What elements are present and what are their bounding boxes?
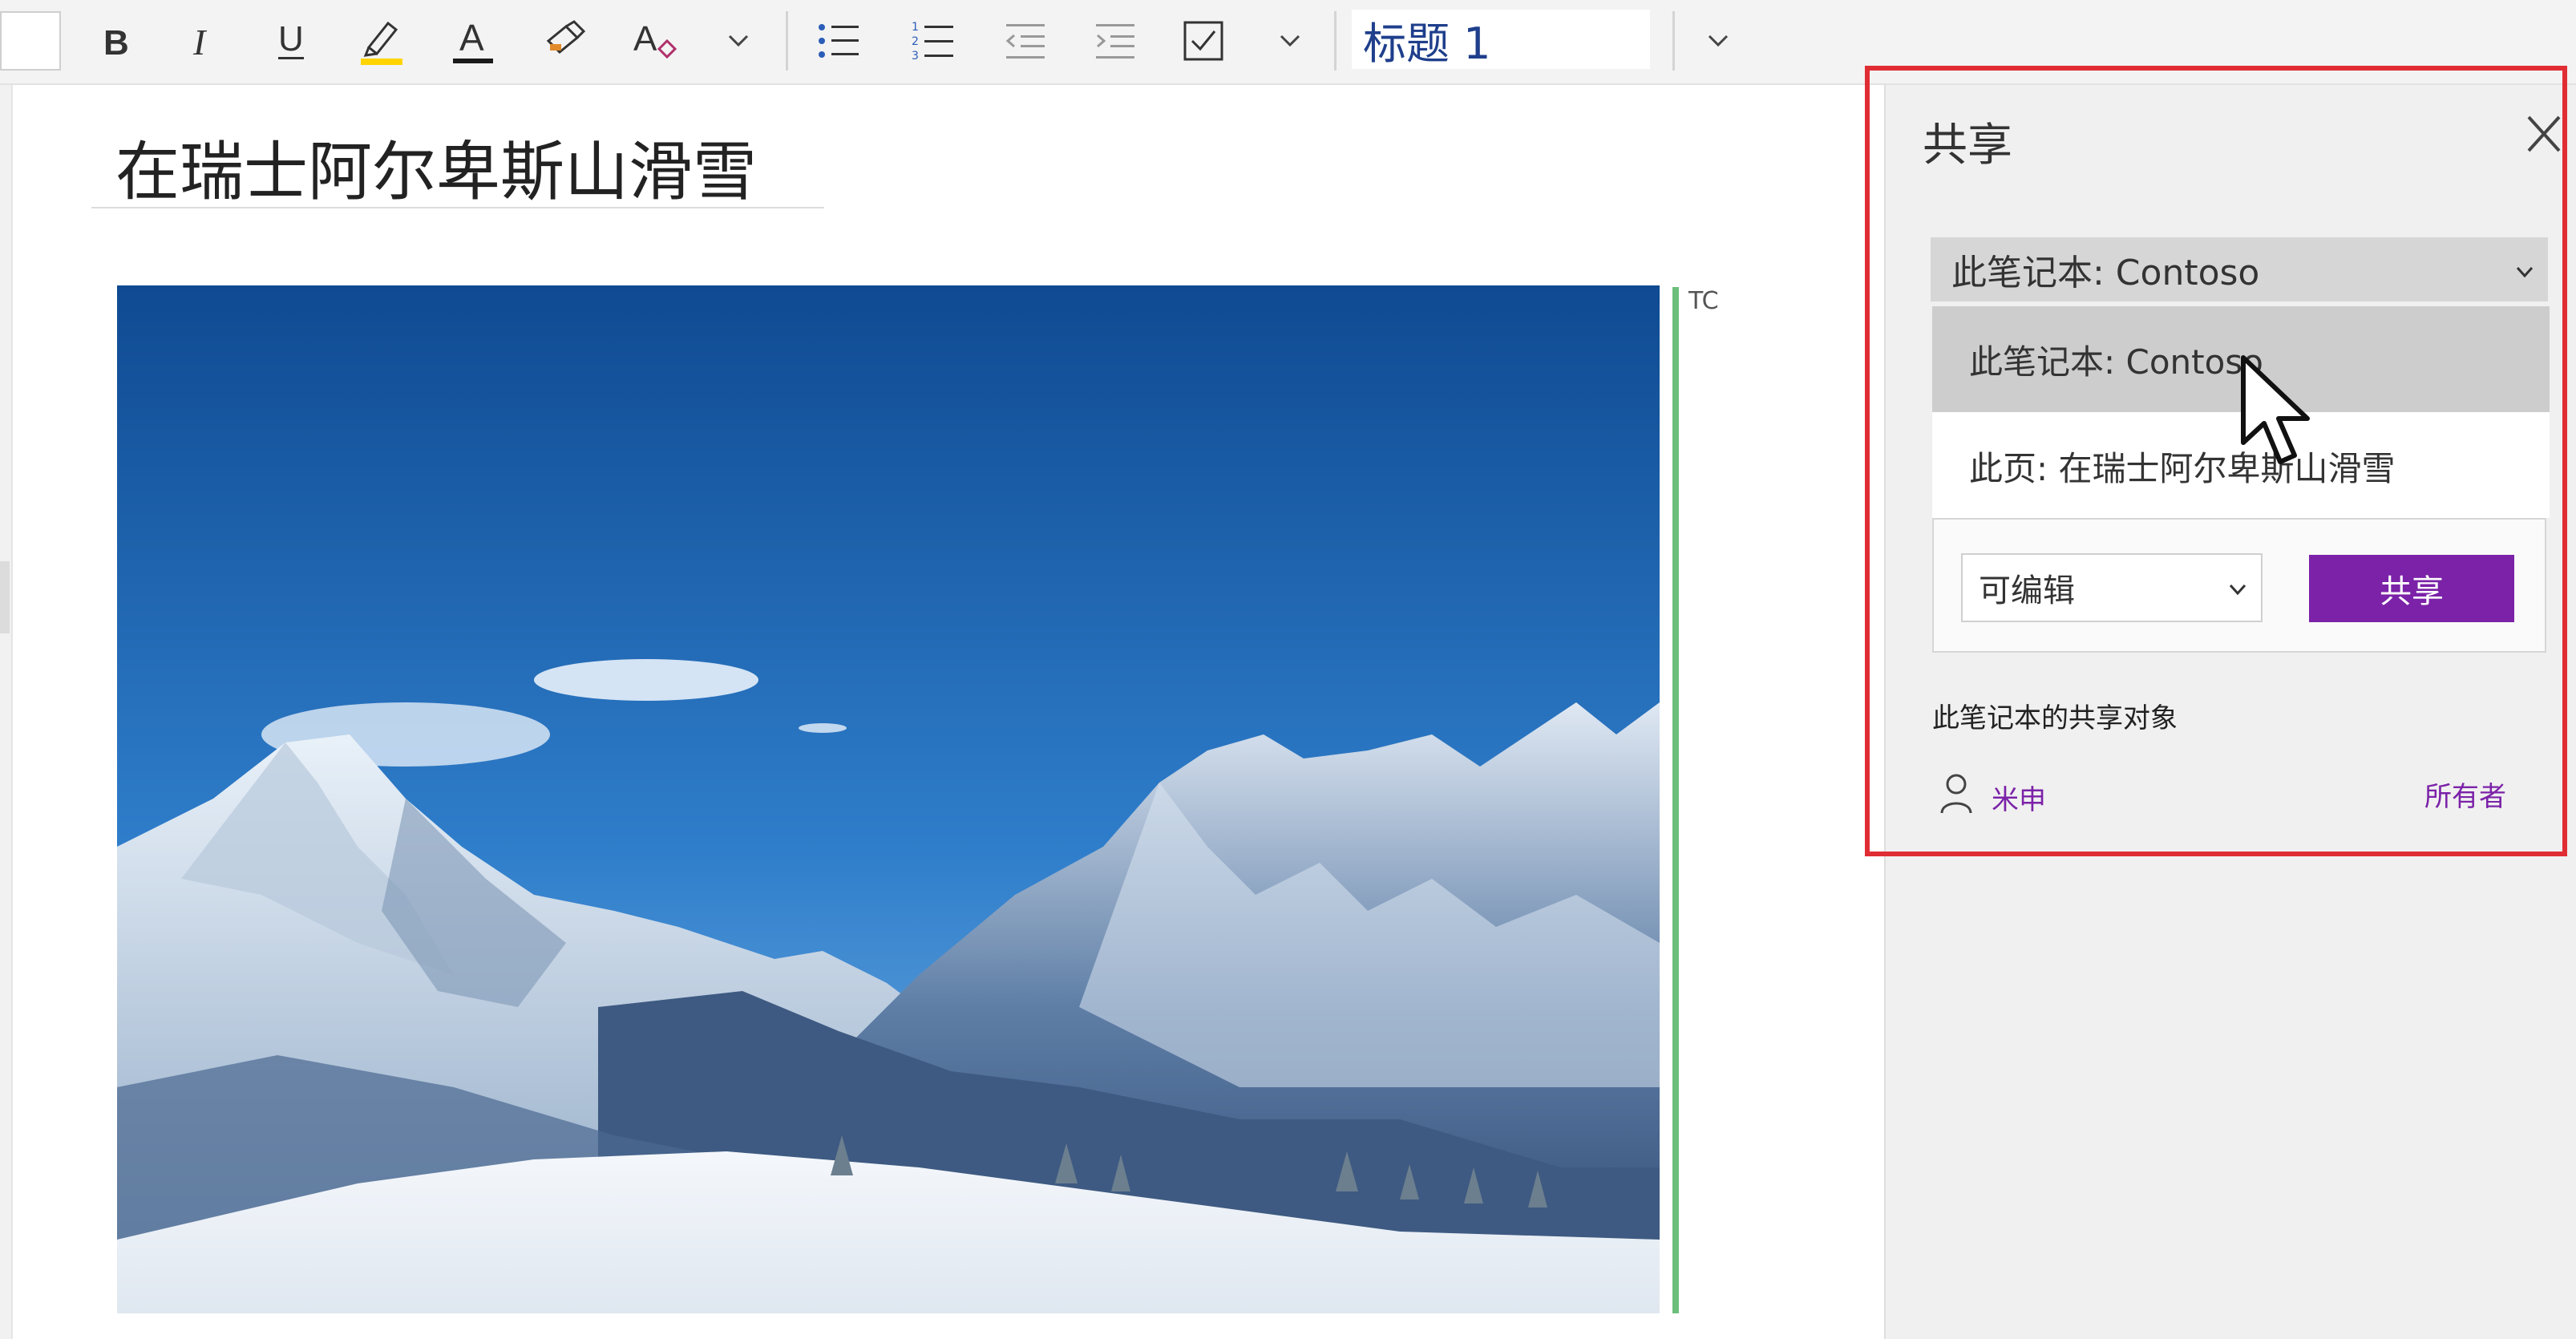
svg-text:2: 2 xyxy=(912,35,919,48)
chevron-down-icon[interactable] xyxy=(718,8,758,74)
chevron-down-icon[interactable] xyxy=(1270,8,1310,74)
title-underline xyxy=(91,207,824,208)
svg-text:U: U xyxy=(278,19,304,59)
paragraph-style-value: 标题 1 xyxy=(1363,18,1491,69)
todo-checkbox-icon[interactable] xyxy=(1175,8,1231,74)
svg-text:1: 1 xyxy=(912,21,919,34)
font-size-input[interactable] xyxy=(0,11,61,71)
bullet-list-icon[interactable] xyxy=(811,8,867,74)
toolbar-divider xyxy=(1334,11,1337,71)
svg-text:I: I xyxy=(192,22,208,59)
svg-text:A: A xyxy=(459,17,484,59)
outdent-icon[interactable] xyxy=(997,8,1053,74)
bold-icon[interactable]: B xyxy=(88,8,144,74)
page-left-tab[interactable] xyxy=(0,561,10,633)
page-left-edge xyxy=(0,85,13,1339)
toolbar-divider xyxy=(1672,11,1675,71)
paragraph-style-select[interactable]: 标题 1 xyxy=(1352,10,1650,69)
snowy-alps-photo[interactable] xyxy=(117,285,1660,1313)
indent-icon[interactable] xyxy=(1087,8,1143,74)
mouse-cursor-icon xyxy=(2237,353,2325,476)
format-painter-icon[interactable] xyxy=(536,8,596,74)
font-color-icon[interactable]: A xyxy=(443,8,503,74)
chevron-down-icon[interactable] xyxy=(1698,8,1738,74)
svg-text:B: B xyxy=(103,23,129,59)
numbered-list-icon[interactable]: 12 3 xyxy=(906,8,962,74)
page-title[interactable]: 在瑞士阿尔卑斯山滑雪 xyxy=(115,120,757,213)
italic-icon[interactable]: I xyxy=(173,8,229,74)
underline-icon[interactable]: U xyxy=(263,8,319,74)
clear-formatting-icon[interactable]: A xyxy=(624,8,688,74)
svg-text:A: A xyxy=(633,19,657,59)
toolbar-divider xyxy=(786,11,788,71)
annotation-highlight-box xyxy=(1865,66,2567,856)
svg-text:3: 3 xyxy=(912,50,919,63)
author-initials: TC xyxy=(1688,287,1719,315)
highlighter-icon[interactable] xyxy=(350,8,414,74)
author-indicator-bar xyxy=(1672,287,1679,1313)
